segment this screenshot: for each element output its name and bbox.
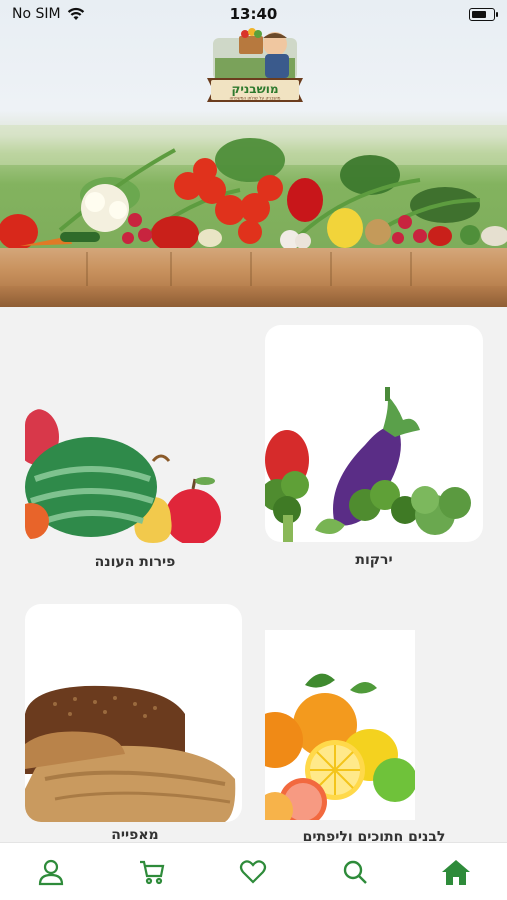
category-label-vegetables[interactable]: ירקות xyxy=(264,552,484,568)
category-card-fruits[interactable] xyxy=(25,409,223,543)
app-logo[interactable]: מושבניק מושבניק על שולחן המשפחה xyxy=(205,18,305,106)
status-left: No SIM xyxy=(12,6,85,22)
heart-icon xyxy=(240,859,267,884)
fruits-icon xyxy=(25,409,221,543)
nav-profile[interactable] xyxy=(21,843,81,900)
table-board-seam xyxy=(250,252,252,286)
bakery-icon xyxy=(25,685,236,822)
category-card-bakery[interactable] xyxy=(25,604,242,822)
logo-title: מושבניק xyxy=(231,82,278,96)
citrus-icon xyxy=(265,673,415,820)
wooden-table-edge xyxy=(0,286,507,307)
nav-favorites[interactable] xyxy=(223,843,283,900)
nav-cart[interactable] xyxy=(122,843,182,900)
hero-banner: מושבניק מושבניק על שולחן המשפחה xyxy=(0,0,507,307)
category-card-vegetables[interactable] xyxy=(265,325,483,542)
table-board-seam xyxy=(86,252,88,286)
category-card-citrus[interactable] xyxy=(265,630,415,820)
nav-home[interactable] xyxy=(426,843,486,900)
vegetables-icon xyxy=(265,387,471,542)
battery-icon xyxy=(469,7,498,21)
table-board-seam xyxy=(170,252,172,286)
category-label-citrus[interactable]: לבנים חתוכים וליפתים xyxy=(264,829,484,842)
home-icon xyxy=(442,859,471,885)
table-board-seam xyxy=(410,252,412,286)
battery-level xyxy=(472,10,486,18)
category-label-fruits[interactable]: פירות העונה xyxy=(25,554,245,570)
carrier-label: No SIM xyxy=(12,6,61,22)
logo-subtitle: מושבניק על שולחן המשפחה xyxy=(230,96,281,101)
table-board-seam xyxy=(330,252,332,286)
status-bar: No SIM 13:40 xyxy=(0,0,507,28)
category-label-bakery[interactable]: מאפייה xyxy=(25,827,245,842)
search-icon xyxy=(343,860,367,884)
user-icon xyxy=(38,859,63,885)
cart-icon xyxy=(140,860,165,884)
nav-search[interactable] xyxy=(325,843,385,900)
category-grid: ירקות פירות העונה מאפייה לבנים חתוכים ול… xyxy=(0,307,507,842)
wifi-icon xyxy=(67,7,84,20)
wooden-table xyxy=(0,248,507,286)
bottom-navigation xyxy=(0,842,507,900)
